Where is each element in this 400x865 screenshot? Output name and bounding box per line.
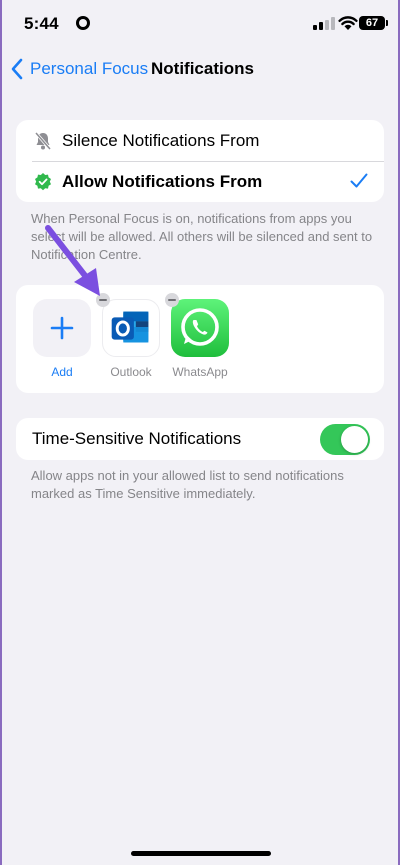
home-indicator[interactable] bbox=[131, 851, 271, 856]
notification-mode-group: Silence Notifications From Allow Notific… bbox=[16, 120, 384, 202]
option-label: Silence Notifications From bbox=[62, 130, 260, 150]
app-item-outlook[interactable]: Outlook bbox=[96, 293, 160, 379]
back-button[interactable]: Personal Focus bbox=[10, 55, 148, 83]
bell-slash-icon bbox=[34, 132, 52, 150]
status-bar: 5:44 67 bbox=[0, 0, 400, 46]
checkmark-seal-icon bbox=[35, 173, 51, 191]
outlook-icon bbox=[102, 299, 160, 357]
option-silence-notifications[interactable]: Silence Notifications From bbox=[16, 120, 384, 161]
app-name: WhatsApp bbox=[172, 365, 228, 379]
status-time: 5:44 bbox=[24, 14, 59, 33]
navigation-bar: Personal Focus Notifications bbox=[0, 55, 400, 83]
plus-icon bbox=[50, 316, 74, 340]
battery-level: 67 bbox=[365, 17, 379, 29]
add-app-button[interactable]: Add bbox=[33, 299, 91, 379]
option-allow-notifications[interactable]: Allow Notifications From bbox=[16, 161, 384, 202]
checkmark-icon bbox=[350, 173, 368, 188]
time-sensitive-toggle[interactable] bbox=[320, 424, 370, 455]
time-sensitive-row: Time-Sensitive Notifications bbox=[16, 418, 384, 460]
whatsapp-icon bbox=[171, 299, 229, 357]
chevron-left-icon bbox=[11, 58, 23, 80]
add-tile[interactable] bbox=[33, 299, 91, 357]
app-item-whatsapp[interactable]: WhatsApp bbox=[165, 293, 229, 379]
allowed-apps-group: Add Outlook WhatsApp bbox=[16, 285, 384, 393]
add-label: Add bbox=[51, 365, 73, 379]
page-title: Notifications bbox=[151, 59, 254, 78]
notification-mode-footnote: When Personal Focus is on, notifications… bbox=[31, 211, 373, 262]
time-sensitive-footnote: Allow apps not in your allowed list to s… bbox=[31, 468, 344, 501]
time-sensitive-group: Time-Sensitive Notifications bbox=[16, 418, 384, 460]
wifi-icon bbox=[338, 16, 358, 30]
remove-whatsapp-button[interactable] bbox=[165, 293, 179, 307]
app-name: Outlook bbox=[110, 365, 152, 379]
location-icon bbox=[76, 16, 90, 30]
option-label: Allow Notifications From bbox=[62, 171, 263, 191]
remove-outlook-button[interactable] bbox=[96, 293, 110, 307]
back-label: Personal Focus bbox=[30, 59, 149, 78]
battery-icon: 67 bbox=[359, 16, 388, 30]
cellular-signal-icon bbox=[313, 17, 335, 30]
time-sensitive-label: Time-Sensitive Notifications bbox=[32, 429, 242, 448]
